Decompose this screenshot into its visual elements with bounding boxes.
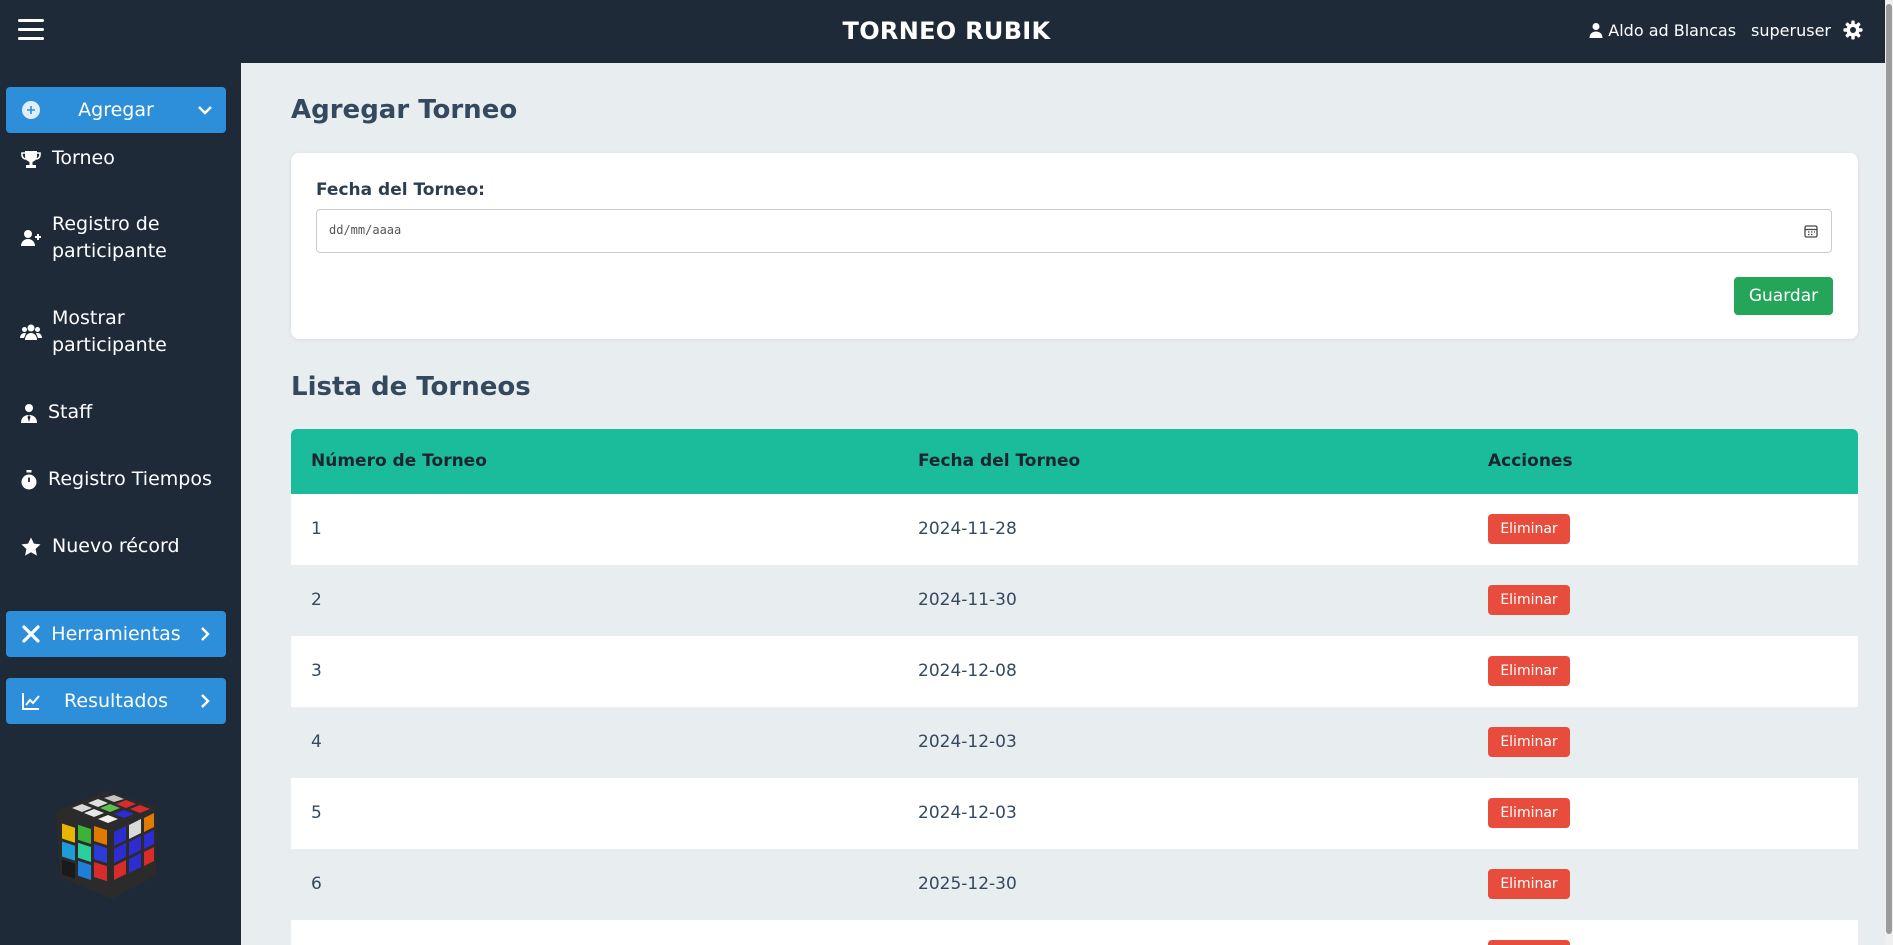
- user-role: superuser: [1751, 20, 1831, 40]
- sidebar-item-label: Mostrar participante: [52, 307, 167, 356]
- sidebar-item-label: Nuevo récord: [52, 535, 180, 557]
- chevron-right-icon: [201, 694, 210, 708]
- user-area: Aldo ad Blancas superuser: [1588, 20, 1863, 40]
- tournament-number: 4: [311, 732, 322, 752]
- user-name[interactable]: Aldo ad Blancas: [1608, 21, 1736, 40]
- calendar-icon[interactable]: [1803, 223, 1819, 239]
- sidebar-item-registro-participante[interactable]: Registro de participante: [20, 211, 180, 265]
- save-button[interactable]: Guardar: [1734, 277, 1833, 315]
- table-row: 2 2024-11-30 Eliminar: [291, 565, 1858, 636]
- tournament-date: 2024-12-08: [918, 661, 1017, 681]
- tournament-date: 2024-12-03: [918, 803, 1017, 823]
- sidebar-item-registro-tiempos[interactable]: Registro Tiempos: [20, 466, 212, 493]
- column-header: Número de Torneo: [311, 451, 487, 471]
- sidebar-item-nuevo-record[interactable]: Nuevo récord: [20, 533, 180, 560]
- trophy-icon: [21, 150, 41, 168]
- delete-button[interactable]: Eliminar: [1488, 798, 1570, 828]
- user-icon: [1589, 23, 1603, 38]
- table-row: 3 2024-12-08 Eliminar: [291, 636, 1858, 707]
- delete-button[interactable]: [1488, 940, 1570, 945]
- tournament-number: 6: [311, 874, 322, 894]
- table-row: 5 2024-12-03 Eliminar: [291, 778, 1858, 849]
- results-menu-button[interactable]: Resultados: [6, 678, 226, 724]
- table-row: 1 2024-11-28 Eliminar: [291, 494, 1858, 565]
- sidebar-item-torneo[interactable]: Torneo: [20, 145, 115, 172]
- tournament-number: 3: [311, 661, 322, 681]
- table-row: 4 2024-12-03 Eliminar: [291, 707, 1858, 778]
- add-menu-label: Agregar: [78, 99, 154, 121]
- column-header: Acciones: [1488, 451, 1573, 471]
- delete-button[interactable]: Eliminar: [1488, 727, 1570, 757]
- delete-button[interactable]: Eliminar: [1488, 869, 1570, 899]
- tournament-date: 2024-11-30: [918, 590, 1017, 610]
- top-bar: TORNEO RUBIK Aldo ad Blancas superuser: [0, 0, 1893, 63]
- delete-button[interactable]: Eliminar: [1488, 656, 1570, 686]
- delete-button[interactable]: Eliminar: [1488, 585, 1570, 615]
- list-title: Lista de Torneos: [291, 372, 531, 402]
- table-row: [291, 920, 1858, 945]
- column-header: Fecha del Torneo: [918, 451, 1081, 471]
- form-title: Agregar Torneo: [291, 95, 518, 125]
- date-label: Fecha del Torneo:: [316, 180, 485, 200]
- table-row: 6 2025-12-30 Eliminar: [291, 849, 1858, 920]
- tournament-number: 2: [311, 590, 322, 610]
- chevron-down-icon: [198, 106, 212, 115]
- users-icon: [20, 324, 42, 340]
- rubik-cube-logo: [56, 791, 156, 899]
- tools-menu-button[interactable]: Herramientas: [6, 611, 226, 657]
- star-icon: [21, 537, 41, 556]
- sidebar-item-mostrar-participante[interactable]: Mostrar participante: [20, 305, 180, 359]
- chevron-right-icon: [201, 627, 210, 641]
- sidebar-item-label: Torneo: [52, 147, 115, 169]
- tournament-date: 2025-12-30: [918, 874, 1017, 894]
- sidebar-item-label: Registro Tiempos: [48, 468, 212, 490]
- user-tie-icon: [21, 403, 37, 423]
- tournament-date: 2024-11-28: [918, 519, 1017, 539]
- delete-button[interactable]: Eliminar: [1488, 514, 1570, 544]
- gear-icon[interactable]: [1843, 20, 1863, 40]
- stopwatch-icon: [21, 469, 37, 489]
- sidebar-item-label: Staff: [48, 401, 93, 423]
- add-menu-button[interactable]: Agregar: [6, 87, 226, 133]
- page-scrollbar[interactable]: [1885, 0, 1893, 945]
- sidebar-item-label: Registro de participante: [52, 213, 167, 262]
- table-header: Número de Torneo Fecha del Torneo Accion…: [291, 429, 1858, 494]
- tournament-number: 5: [311, 803, 322, 823]
- tournaments-table: Número de Torneo Fecha del Torneo Accion…: [291, 429, 1858, 945]
- tournament-date: 2024-12-03: [918, 732, 1017, 752]
- scrollbar-thumb[interactable]: [1886, 4, 1892, 934]
- tools-menu-label: Herramientas: [51, 623, 181, 645]
- tournament-date-input[interactable]: dd/mm/aaaa: [316, 209, 1832, 253]
- sidebar-item-staff[interactable]: Staff: [20, 399, 92, 426]
- user-plus-icon: [21, 230, 41, 246]
- add-tournament-card: Fecha del Torneo: dd/mm/aaaa Guardar: [291, 153, 1858, 339]
- tournament-number: 1: [311, 519, 322, 539]
- date-placeholder: dd/mm/aaaa: [329, 223, 402, 237]
- results-menu-label: Resultados: [64, 690, 168, 712]
